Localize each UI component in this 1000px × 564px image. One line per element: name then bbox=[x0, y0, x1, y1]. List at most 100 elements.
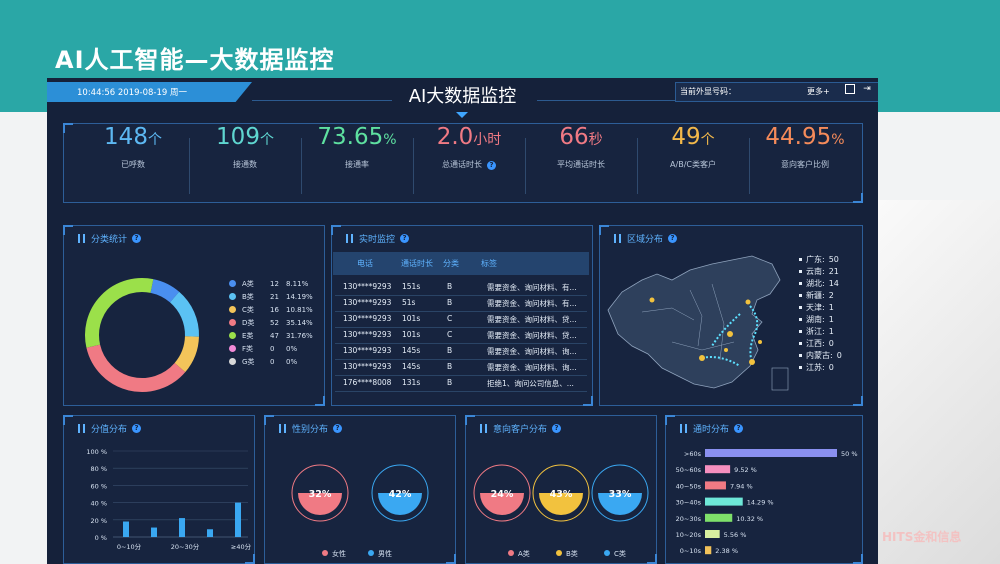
help-icon[interactable]: ? bbox=[400, 234, 410, 243]
map-point-zhejiang[interactable] bbox=[758, 340, 762, 344]
table-cell: 145s bbox=[402, 362, 421, 371]
help-icon[interactable]: ? bbox=[487, 161, 496, 170]
decorative-background bbox=[878, 200, 1000, 564]
legend-count: 52 bbox=[270, 318, 279, 327]
region-item: 湖南: 1 bbox=[799, 313, 842, 325]
kpi-label: 总通话时长? bbox=[414, 159, 524, 170]
legend-label: 女性 bbox=[332, 549, 346, 558]
legend-item: D类 52 35.14% bbox=[229, 316, 313, 329]
region-name: 广东: bbox=[806, 254, 825, 264]
kpi-value: 73.65% bbox=[302, 124, 412, 150]
donut-slice-E类[interactable] bbox=[85, 278, 154, 348]
category-label: 20~30s bbox=[676, 515, 702, 523]
duration-bar[interactable] bbox=[705, 465, 731, 474]
table-cell: 需要资金、询问材料、有... bbox=[487, 299, 577, 308]
kpi-6: 44.95% 意向客户比例 bbox=[750, 124, 860, 170]
region-value: 0 bbox=[828, 362, 834, 372]
map-point-yunnan[interactable] bbox=[699, 355, 705, 361]
map-point-xinjiang[interactable] bbox=[649, 297, 655, 303]
kpi-value: 66秒 bbox=[526, 124, 636, 150]
legend-dot bbox=[508, 550, 514, 556]
duration-bar[interactable] bbox=[705, 481, 726, 490]
table-cell: B bbox=[447, 378, 453, 387]
row-divider bbox=[335, 391, 587, 392]
help-icon[interactable]: ? bbox=[734, 424, 744, 433]
score-bar[interactable] bbox=[123, 521, 129, 537]
duration-bar[interactable] bbox=[705, 513, 733, 522]
region-value: 14 bbox=[828, 278, 839, 288]
kpi-unit: 小时 bbox=[473, 132, 502, 148]
table-cell: B bbox=[447, 362, 453, 371]
more-button[interactable]: 更多+ bbox=[807, 86, 830, 97]
kpi-value: 148个 bbox=[78, 124, 188, 150]
bars-icon bbox=[614, 234, 621, 243]
duration-bar[interactable] bbox=[705, 449, 837, 457]
legend-dot bbox=[229, 280, 236, 287]
region-value: 1 bbox=[828, 314, 834, 324]
kpi-unit: % bbox=[383, 132, 397, 148]
kpi-value: 109个 bbox=[190, 124, 300, 150]
table-cell: 130****9293 bbox=[343, 330, 392, 339]
region-item: 江西: 0 bbox=[799, 337, 842, 349]
map-point-tianjin[interactable] bbox=[745, 299, 751, 305]
title-dropdown-icon[interactable] bbox=[456, 112, 468, 118]
donut-slice-C类[interactable] bbox=[174, 335, 199, 373]
legend-dot bbox=[556, 550, 562, 556]
legend-item: F类 0 0% bbox=[229, 342, 313, 355]
col-tags: 标签 bbox=[481, 259, 497, 268]
classification-donut bbox=[85, 278, 199, 392]
kpi-number: 109 bbox=[216, 124, 260, 150]
exit-icon[interactable]: ⇥ bbox=[862, 84, 872, 94]
company-logo: HITS金和信息 bbox=[882, 530, 962, 544]
legend-count: 16 bbox=[270, 305, 279, 314]
kpi-divider bbox=[189, 138, 190, 194]
donut-slice-B类[interactable] bbox=[169, 291, 199, 337]
help-icon[interactable]: ? bbox=[552, 424, 562, 433]
table-cell: 需要资金、询问材料、有... bbox=[487, 283, 577, 292]
kpi-number: 2.0 bbox=[436, 124, 474, 150]
china-map[interactable] bbox=[602, 250, 792, 395]
kpi-1: 109个 接通数 bbox=[190, 124, 300, 170]
legend-count: 0 bbox=[270, 344, 275, 353]
score-bar[interactable] bbox=[235, 502, 241, 537]
score-bar[interactable] bbox=[179, 518, 185, 537]
legend-dot bbox=[229, 345, 236, 352]
duration-bar[interactable] bbox=[705, 546, 712, 555]
y-tick-label: 60 % bbox=[90, 482, 107, 490]
gauge-value: 33% bbox=[609, 489, 632, 500]
region-item: 浙江: 1 bbox=[799, 325, 842, 337]
bullet-icon bbox=[799, 329, 802, 333]
row-divider bbox=[335, 375, 587, 376]
help-icon[interactable]: ? bbox=[132, 234, 142, 243]
donut-slice-D类[interactable] bbox=[86, 344, 186, 392]
kpi-value: 49个 bbox=[638, 124, 748, 150]
legend-dot bbox=[604, 550, 610, 556]
kpi-number: 49 bbox=[671, 124, 701, 150]
row-divider bbox=[335, 343, 587, 344]
duration-bar[interactable] bbox=[705, 530, 720, 538]
help-icon[interactable]: ? bbox=[333, 424, 343, 433]
legend-dot bbox=[229, 332, 236, 339]
bars-icon bbox=[78, 234, 85, 243]
map-point-hunan[interactable] bbox=[724, 348, 728, 352]
bars-icon bbox=[680, 424, 687, 433]
map-point-hubei[interactable] bbox=[727, 331, 733, 337]
duration-bar[interactable] bbox=[705, 497, 743, 506]
bar-value-label: 5.56 % bbox=[724, 531, 747, 539]
help-icon[interactable]: ? bbox=[668, 234, 678, 243]
kpi-label: 平均通话时长 bbox=[557, 160, 605, 169]
legend-pct: 8.11% bbox=[286, 279, 309, 288]
legend-item: G类 0 0% bbox=[229, 355, 313, 368]
help-icon[interactable]: ? bbox=[132, 424, 142, 433]
kpi-unit: 秒 bbox=[588, 132, 603, 148]
table-cell: 拒绝1、询问公司信息、... bbox=[487, 379, 574, 388]
fullscreen-icon[interactable] bbox=[845, 84, 855, 94]
score-bar[interactable] bbox=[207, 529, 213, 537]
bullet-icon bbox=[799, 293, 802, 297]
region-name: 天津: bbox=[806, 302, 825, 312]
bars-icon bbox=[346, 234, 353, 243]
score-bar[interactable] bbox=[151, 527, 157, 537]
donut-slice-A类[interactable] bbox=[150, 279, 180, 303]
map-point-guangdong[interactable] bbox=[749, 359, 755, 365]
legend-name: C类 bbox=[242, 305, 254, 314]
